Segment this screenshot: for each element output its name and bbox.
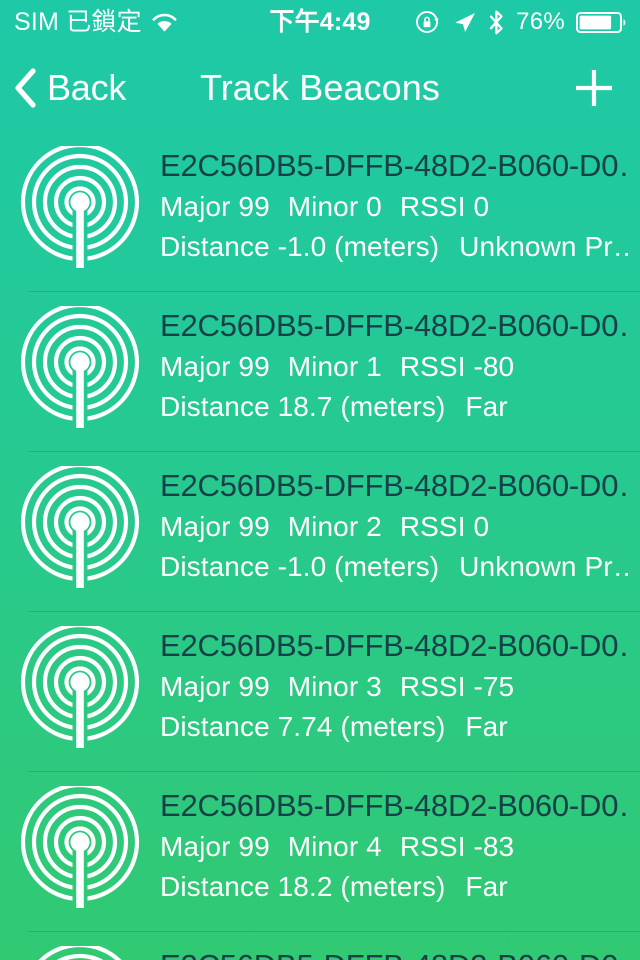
beacon-details: E2C56DB5-DFFB-48D2-B060-D0… Major 99 Mino…	[160, 132, 640, 267]
clock-label: 下午4:49	[269, 7, 371, 36]
beacon-icon-wrap	[0, 612, 160, 752]
beacon-rssi: RSSI 0	[399, 510, 490, 542]
beacon-list-item[interactable]: E2C56DB5-DFFB-48D2-B060-D0… Major 99 Mino…	[0, 292, 640, 452]
beacon-major: Major 99	[160, 670, 270, 702]
beacon-list-item[interactable]: E2C56DB5-DFFB-48D2-B060-D0… Major 99 Mino…	[0, 452, 640, 612]
beacon-distance-row: Distance 18.7 (meters) Far	[160, 387, 630, 427]
beacon-distance-row: Distance -1.0 (meters) Unknown Pr…	[160, 227, 630, 267]
beacon-icon-wrap	[0, 452, 160, 592]
beacon-signal-icon	[20, 466, 140, 592]
beacon-distance-row: Distance -1.0 (meters) Unknown Pr…	[160, 547, 630, 587]
beacon-distance-row: Distance 7.74 (meters) Far	[160, 707, 630, 747]
bluetooth-icon	[488, 9, 505, 36]
location-arrow-icon	[452, 10, 477, 35]
beacon-minor: Minor 0	[287, 190, 382, 222]
app-screen: SIM 已鎖定 下午4:49 76% Back Track Beacons E2…	[0, 0, 640, 960]
beacon-rssi: RSSI -75	[399, 670, 515, 702]
beacon-list-item[interactable]: E2C56DB5-DFFB-48D2-B060-D0… Major 99 Mino…	[0, 132, 640, 292]
beacon-minor: Minor 3	[287, 670, 382, 702]
beacon-list[interactable]: E2C56DB5-DFFB-48D2-B060-D0… Major 99 Mino…	[0, 132, 640, 960]
beacon-identifiers: Major 99 Minor 0 RSSI 0	[160, 187, 630, 227]
beacon-proximity: Far	[465, 390, 508, 422]
beacon-uuid: E2C56DB5-DFFB-48D2-B060-D0…	[160, 468, 630, 503]
beacon-minor: Minor 2	[287, 510, 382, 542]
beacon-distance: Distance 18.7 (meters)	[160, 390, 446, 422]
beacon-proximity: Far	[465, 870, 508, 902]
beacon-major: Major 99	[160, 510, 270, 542]
beacon-details: E2C56DB5-DFFB-48D2-B060-D0… Major 99 Mino…	[160, 612, 640, 747]
beacon-major: Major 99	[160, 350, 270, 382]
beacon-identifiers: Major 99 Minor 1 RSSI -80	[160, 347, 630, 387]
beacon-minor: Minor 1	[287, 350, 382, 382]
beacon-distance-row: Distance 18.2 (meters) Far	[160, 867, 630, 907]
beacon-uuid: E2C56DB5-DFFB-48D2-B060-D0…	[160, 148, 630, 183]
beacon-distance: Distance 7.74 (meters)	[160, 710, 446, 742]
beacon-uuid: E2C56DB5-DFFB-48D2-B060-D0…	[160, 788, 630, 823]
beacon-uuid: E2C56DB5-DFFB-48D2-B060-D0…	[160, 946, 630, 960]
beacon-uuid: E2C56DB5-DFFB-48D2-B060-D0…	[160, 308, 630, 343]
beacon-list-item[interactable]: E2C56DB5-DFFB-48D2-B060-D0… Major 99 Mino…	[0, 612, 640, 772]
beacon-rssi: RSSI -80	[399, 350, 515, 382]
beacon-identifiers: Major 99 Minor 4 RSSI -83	[160, 827, 630, 867]
beacon-identifiers: Major 99 Minor 3 RSSI -75	[160, 667, 630, 707]
status-bar-right: 76%	[415, 0, 628, 44]
beacon-signal-icon	[20, 306, 140, 432]
page-title: Track Beacons	[0, 44, 640, 132]
add-beacon-button[interactable]	[566, 44, 622, 132]
navigation-bar: Back Track Beacons	[0, 44, 640, 132]
beacon-signal-icon	[20, 146, 140, 272]
beacon-distance: Distance -1.0 (meters)	[160, 230, 440, 262]
beacon-minor: Minor 4	[287, 830, 382, 862]
plus-icon	[570, 64, 618, 112]
beacon-details: E2C56DB5-DFFB-48D2-B060-D0… Major 99 Mino…	[160, 772, 640, 907]
rotation-lock-icon	[415, 9, 441, 35]
beacon-proximity: Unknown Pr…	[459, 550, 630, 582]
beacon-proximity: Unknown Pr…	[459, 230, 630, 262]
beacon-uuid: E2C56DB5-DFFB-48D2-B060-D0…	[160, 628, 630, 663]
page-title-label: Track Beacons	[199, 67, 441, 108]
beacon-identifiers: Major 99 Minor 2 RSSI 0	[160, 507, 630, 547]
beacon-icon-wrap	[0, 132, 160, 272]
beacon-list-item[interactable]: E2C56DB5-DFFB-48D2-B060-D0… Major 99 Mino…	[0, 772, 640, 932]
beacon-proximity: Far	[465, 710, 508, 742]
beacon-signal-icon	[20, 626, 140, 752]
beacon-distance: Distance -1.0 (meters)	[160, 550, 440, 582]
beacon-list-item[interactable]: E2C56DB5-DFFB-48D2-B060-D0…	[0, 932, 640, 960]
beacon-signal-icon	[20, 786, 140, 912]
beacon-major: Major 99	[160, 190, 270, 222]
beacon-icon-wrap	[0, 772, 160, 912]
beacon-rssi: RSSI 0	[399, 190, 490, 222]
beacon-details: E2C56DB5-DFFB-48D2-B060-D0…	[160, 932, 640, 960]
beacon-signal-icon	[20, 946, 140, 960]
beacon-distance: Distance 18.2 (meters)	[160, 870, 446, 902]
status-bar: SIM 已鎖定 下午4:49 76%	[0, 0, 640, 44]
beacon-icon-wrap	[0, 292, 160, 432]
beacon-details: E2C56DB5-DFFB-48D2-B060-D0… Major 99 Mino…	[160, 452, 640, 587]
beacon-major: Major 99	[160, 830, 270, 862]
beacon-details: E2C56DB5-DFFB-48D2-B060-D0… Major 99 Mino…	[160, 292, 640, 427]
beacon-icon-wrap	[0, 932, 160, 960]
beacon-rssi: RSSI -83	[399, 830, 515, 862]
battery-percent-label: 76%	[516, 8, 565, 35]
battery-icon	[576, 10, 628, 35]
